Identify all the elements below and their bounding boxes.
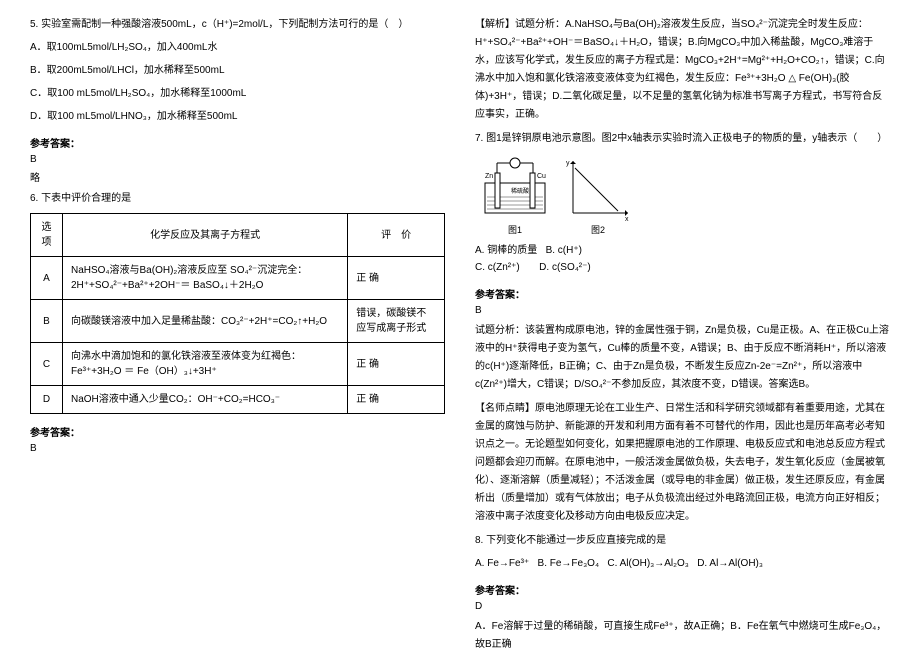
acid-label: 稀硫酸 xyxy=(511,187,529,195)
q6-B-eval: 错误，碳酸镁不应写成离子形式 xyxy=(348,300,445,343)
q6-th-eq: 化学反应及其离子方程式 xyxy=(62,214,347,257)
q7-opt-c: C. c(Zn²⁺) xyxy=(475,262,520,273)
q7-opt-b: B. c(H⁺) xyxy=(546,245,582,256)
q6-stem: 6. 下表中评价合理的是 xyxy=(30,190,445,207)
q5-answer: B xyxy=(30,154,445,165)
q8-opt-a: A. Fe→Fe³⁺ xyxy=(475,558,529,569)
q6-table: 选项 化学反应及其离子方程式 评 价 A NaHSO₄溶液与Ba(OH)₂溶液反… xyxy=(30,213,445,414)
q6-answer: B xyxy=(30,443,445,454)
q7-stem: 7. 图1是锌铜原电池示意图。图2中x轴表示实验时流入正极电子的物质的量，y轴表… xyxy=(475,130,890,147)
q6-D-eval: 正 确 xyxy=(348,386,445,414)
q8-opt-c: C. Al(OH)₃→Al₂O₃ xyxy=(607,558,688,569)
q7-opt-a: A. 铜棒的质量 xyxy=(475,245,537,256)
svg-text:y: y xyxy=(566,160,570,167)
cu-label: Cu xyxy=(537,173,546,180)
q7-options: A. 铜棒的质量 B. c(H⁺) C. c(Zn²⁺) D. c(SO₄²⁻) xyxy=(475,242,890,276)
fig2-caption: 图2 xyxy=(563,223,633,236)
q5-opt-b: B．取200mL5mol/LHCl，加水稀释至500mL xyxy=(30,62,445,79)
q7-comment: 【名师点睛】原电池原理无论在工业生产、日常生活和科学研究领域都有着重要用途，尤其… xyxy=(475,400,890,526)
q7-analysis: 试题分析：该装置构成原电池，锌的金属性强于铜，Zn是负极，Cu是正极。A、在正极… xyxy=(475,322,890,394)
q7-fig1: Zn Cu 稀硫酸 图1 xyxy=(475,153,555,236)
q5-opt-d: D．取100 mL5mol/LHNO₃，加水稀释至500mL xyxy=(30,108,445,125)
q8-ref-label: 参考答案： xyxy=(475,582,890,597)
q8-opt-d: D. Al→Al(OH)₃ xyxy=(697,558,763,569)
q6-A-eval: 正 确 xyxy=(348,257,445,300)
q8-answer: D xyxy=(475,601,890,612)
q5-note: 略 xyxy=(30,169,445,184)
q6-B-opt: B xyxy=(31,300,63,343)
q7-ref-label: 参考答案： xyxy=(475,286,890,301)
q6-analysis: 【解析】试题分析：A.NaHSO₄与Ba(OH)₂溶液发生反应，当SO₄²⁻沉淀… xyxy=(475,16,890,124)
q6-B-txt: 向碳酸镁溶液中加入足量稀盐酸：CO₃²⁻+2H⁺=CO₂↑+H₂O xyxy=(62,300,347,343)
q5-stem: 5. 实验室需配制一种强酸溶液500mL，c（H⁺)=2mol/L，下列配制方法… xyxy=(30,16,445,33)
graph-icon: y x xyxy=(563,153,633,223)
q6-A-opt: A xyxy=(31,257,63,300)
q8-options: A. Fe→Fe³⁺ B. Fe→Fe₃O₄ C. Al(OH)₃→Al₂O₃ … xyxy=(475,555,890,572)
q5-opt-c: C．取100 mL5mol/LH₂SO₄，加水稀释至1000mL xyxy=(30,85,445,102)
q7-figures: Zn Cu 稀硫酸 图1 y x 图2 xyxy=(475,153,890,236)
fig1-caption: 图1 xyxy=(475,223,555,236)
q6-ref-label: 参考答案： xyxy=(30,424,445,439)
q6-th-eval: 评 价 xyxy=(348,214,445,257)
q8-opt-b: B. Fe→Fe₃O₄ xyxy=(538,558,600,569)
q7-opt-d: D. c(SO₄²⁻) xyxy=(539,262,591,273)
q6-th-opt: 选项 xyxy=(31,214,63,257)
q7-answer: B xyxy=(475,305,890,316)
q6-D-txt: NaOH溶液中通入少量CO₂：OH⁻+CO₂=HCO₃⁻ xyxy=(62,386,347,414)
q6-C-eval: 正 确 xyxy=(348,343,445,386)
svg-text:x: x xyxy=(625,216,629,223)
zn-label: Zn xyxy=(485,173,493,180)
q5-opt-a: A．取100mL5mol/LH₂SO₄，加入400mL水 xyxy=(30,39,445,56)
q8-stem: 8. 下列变化不能通过一步反应直接完成的是 xyxy=(475,532,890,549)
q8-analysis: A．Fe溶解于过量的稀硝酸，可直接生成Fe³⁺，故A正确；B．Fe在氧气中燃烧可… xyxy=(475,618,890,654)
q6-C-opt: C xyxy=(31,343,63,386)
q5-ref-label: 参考答案： xyxy=(30,135,445,150)
q6-A-txt: NaHSO₄溶液与Ba(OH)₂溶液反应至 SO₄²⁻沉淀完全：2H⁺+SO₄²… xyxy=(62,257,347,300)
battery-diagram-icon: Zn Cu 稀硫酸 xyxy=(475,153,555,223)
q6-D-opt: D xyxy=(31,386,63,414)
q6-C-txt: 向沸水中滴加饱和的氯化铁溶液至液体变为红褐色：Fe³⁺+3H₂O ＝ Fe（OH… xyxy=(62,343,347,386)
q7-fig2: y x 图2 xyxy=(563,153,633,236)
